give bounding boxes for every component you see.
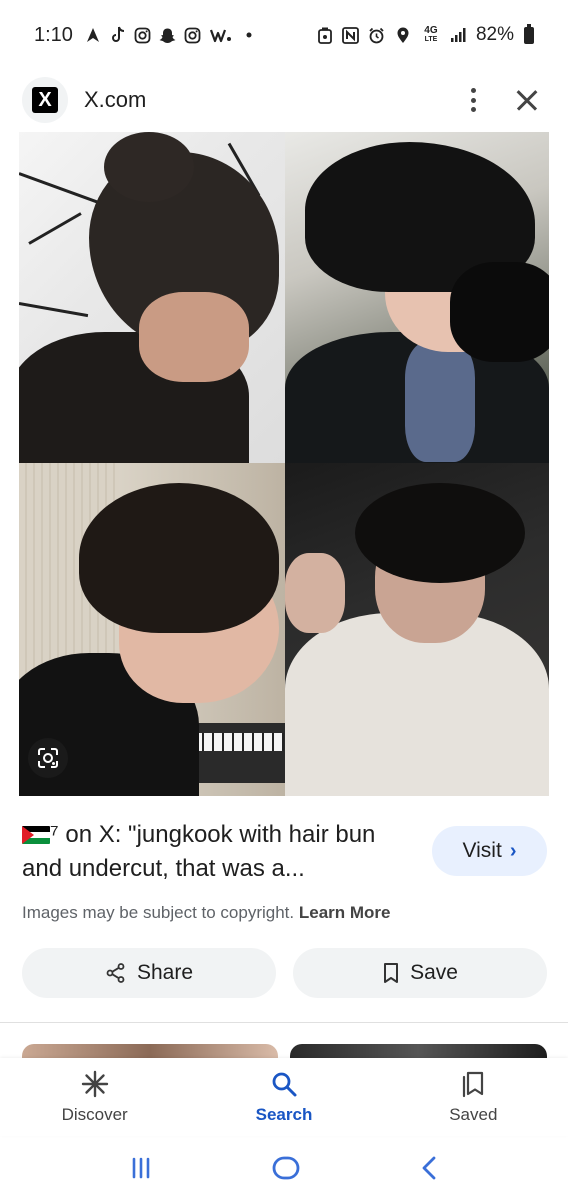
save-button[interactable]: Save <box>293 948 547 998</box>
bookmarks-icon <box>458 1069 488 1099</box>
palestine-flag-icon <box>22 826 50 844</box>
battery-icon <box>524 23 534 44</box>
visit-button[interactable]: Visit › <box>432 826 547 876</box>
image-panel-bottom-right <box>285 463 549 796</box>
tiktok-icon <box>109 26 127 44</box>
4g-lte-icon: 4G LTE <box>424 25 438 44</box>
visit-label: Visit <box>462 839 502 862</box>
status-left: 1:10 <box>34 24 258 47</box>
status-right: 4G LTE 82% <box>316 23 534 46</box>
snapchat-icon <box>159 26 177 44</box>
alarm-clock-icon <box>368 26 386 44</box>
recent-apps-icon[interactable] <box>129 1156 153 1185</box>
nav-discover[interactable]: Discover <box>25 1069 165 1125</box>
result-title[interactable]: ⁷ on X: "jungkook with hair bun and unde… <box>22 818 422 886</box>
status-time: 1:10 <box>34 23 73 46</box>
share-label: Share <box>136 961 194 984</box>
save-label: Save <box>410 961 458 984</box>
image-panel-top-left <box>19 132 285 463</box>
more-options-icon[interactable] <box>468 88 478 112</box>
nav-discover-label: Discover <box>61 1105 128 1124</box>
status-bar: 1:10 4G LTE 82% <box>0 0 568 70</box>
navigation-icon <box>84 26 102 44</box>
location-icon <box>394 26 412 44</box>
battery-percent: 82% <box>475 24 514 45</box>
nav-search-label: Search <box>255 1105 313 1124</box>
share-button[interactable]: Share <box>22 948 276 998</box>
result-header: X X.com <box>0 70 568 130</box>
close-icon[interactable] <box>514 88 538 112</box>
asterisk-icon <box>80 1069 110 1099</box>
share-icon <box>106 963 125 983</box>
search-icon <box>269 1069 299 1099</box>
lens-search-button[interactable] <box>28 738 68 778</box>
x-logo-icon: X <box>32 87 58 113</box>
instagram-icon <box>134 26 152 44</box>
site-name[interactable]: X.com <box>84 87 146 113</box>
home-icon[interactable] <box>271 1155 301 1186</box>
result-image[interactable] <box>19 132 549 796</box>
dot-icon <box>240 26 258 44</box>
result-title-text: ⁷ on X: "jungkook with hair bun and unde… <box>22 821 376 882</box>
next-result-thumbnail[interactable] <box>290 1044 547 1058</box>
header-actions <box>468 88 546 112</box>
section-divider <box>0 1022 568 1023</box>
site-favicon: X <box>22 77 68 123</box>
learn-more-link[interactable]: Learn More <box>299 903 391 922</box>
lens-icon <box>38 748 58 768</box>
instagram-icon <box>184 26 202 44</box>
image-panel-top-right <box>285 132 549 463</box>
bookmark-icon <box>384 963 399 983</box>
copyright-text: Images may be subject to copyright. <box>22 903 295 922</box>
chevron-right-icon: › <box>509 839 517 862</box>
weverse-icon <box>209 26 233 44</box>
next-result-thumbnail[interactable] <box>22 1044 278 1058</box>
system-navigation <box>0 1140 568 1200</box>
alarm-icon <box>316 26 334 44</box>
bottom-navigation: Discover Search Saved <box>0 1058 568 1136</box>
nav-saved-label: Saved <box>449 1105 498 1124</box>
nav-search[interactable]: Search <box>214 1069 354 1125</box>
back-icon[interactable] <box>419 1155 439 1186</box>
nav-saved[interactable]: Saved <box>403 1069 543 1125</box>
signal-icon <box>450 26 468 44</box>
copyright-notice: Images may be subject to copyright. Lear… <box>22 903 391 923</box>
nfc-icon <box>342 26 360 44</box>
